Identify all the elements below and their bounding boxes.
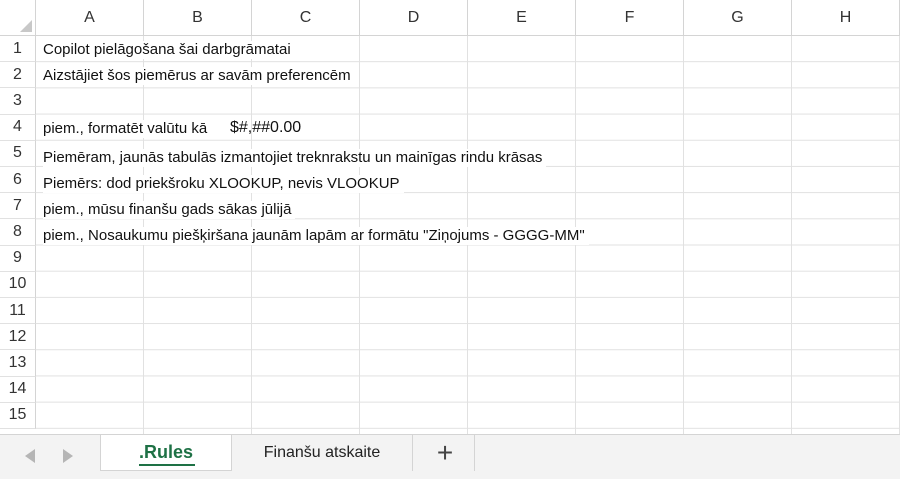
row-header-10[interactable]: 10 <box>0 271 36 298</box>
column-header-c[interactable]: C <box>252 0 360 36</box>
row-header-13[interactable]: 13 <box>0 350 36 377</box>
select-all-corner[interactable] <box>0 0 36 36</box>
row-header-6[interactable]: 6 <box>0 167 36 194</box>
select-all-triangle-icon <box>20 20 32 32</box>
add-sheet-button[interactable]: + <box>422 435 468 471</box>
sheet-tab-finansu-atskaite[interactable]: Finanšu atskaite <box>232 435 412 471</box>
sheet-tab-bar: .Rules Finanšu atskaite + <box>0 434 900 479</box>
plus-icon: + <box>436 437 454 468</box>
active-tab-indicator <box>139 464 195 466</box>
sheet-tab-finansu-atskaite-label: Finanšu atskaite <box>263 444 381 461</box>
tab-separator <box>412 435 413 471</box>
cell-c4[interactable]: $#,##0.00 <box>230 119 305 137</box>
tab-separator <box>474 435 475 471</box>
cell-a8[interactable]: piem., Nosaukumu piešķiršana jaunām lapā… <box>43 227 589 245</box>
row-header-15[interactable]: 15 <box>0 402 36 429</box>
cell-a4[interactable]: piem., formatēt valūtu kā <box>43 120 212 138</box>
cell-a7[interactable]: piem., mūsu finanšu gads sākas jūlijā <box>43 201 296 219</box>
column-header-g[interactable]: G <box>684 0 792 36</box>
column-header-e[interactable]: E <box>468 0 576 36</box>
spreadsheet-grid[interactable]: A B C D E F G H 1 2 3 4 5 6 7 8 9 10 11 … <box>0 0 900 434</box>
row-header-14[interactable]: 14 <box>0 376 36 403</box>
sheet-tab-rules-label: .Rules <box>138 442 194 462</box>
cell-a5[interactable]: Piemēram, jaunās tabulās izmantojiet tre… <box>43 149 547 167</box>
row-header-11[interactable]: 11 <box>0 298 36 325</box>
cell-a2[interactable]: Aizstājiet šos piemērus ar savām prefere… <box>43 67 355 85</box>
column-header-d[interactable]: D <box>360 0 468 36</box>
row-header-9[interactable]: 9 <box>0 245 36 272</box>
column-header-a[interactable]: A <box>36 0 144 36</box>
row-header-2[interactable]: 2 <box>0 62 36 89</box>
column-header-f[interactable]: F <box>576 0 684 36</box>
row-header-5[interactable]: 5 <box>0 140 36 167</box>
row-header-1[interactable]: 1 <box>0 36 36 63</box>
scroll-tabs-left-icon[interactable] <box>25 449 35 463</box>
row-header-4[interactable]: 4 <box>0 114 36 141</box>
column-header-h[interactable]: H <box>792 0 900 36</box>
cell-a1[interactable]: Copilot pielāgošana šai darbgrāmatai <box>43 41 295 59</box>
row-header-12[interactable]: 12 <box>0 324 36 351</box>
row-header-7[interactable]: 7 <box>0 193 36 220</box>
row-header-3[interactable]: 3 <box>0 88 36 115</box>
sheet-tab-rules[interactable]: .Rules <box>100 435 232 471</box>
row-header-8[interactable]: 8 <box>0 219 36 246</box>
cell-a6[interactable]: Piemērs: dod priekšroku XLOOKUP, nevis V… <box>43 175 404 193</box>
column-header-b[interactable]: B <box>144 0 252 36</box>
scroll-tabs-right-icon[interactable] <box>63 449 73 463</box>
